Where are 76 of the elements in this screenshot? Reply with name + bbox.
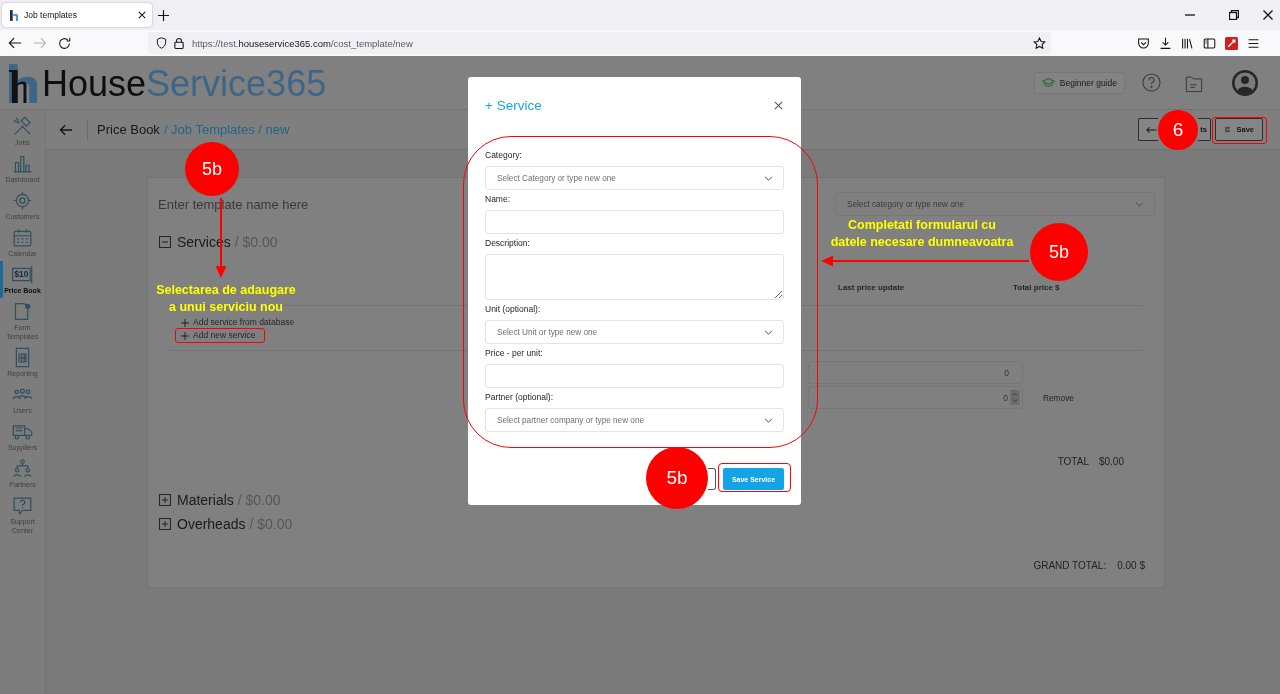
close-icon[interactable] — [1263, 10, 1273, 20]
chevron-down-icon — [764, 175, 773, 181]
textarea-field[interactable] — [485, 254, 784, 300]
tools-icon — [12, 116, 33, 137]
chevron-down-icon — [764, 417, 773, 423]
field-label: Name: — [485, 193, 512, 205]
number-field[interactable]: 0 — [808, 386, 1023, 409]
plus-icon — [181, 331, 189, 340]
plus-icon — [181, 318, 189, 327]
arrow-left-icon — [1146, 125, 1157, 134]
number-field[interactable]: 0 — [808, 361, 1023, 384]
secondary-button[interactable] — [708, 468, 716, 490]
remove-link[interactable]: Remove — [1043, 392, 1074, 403]
field-label: Partner (optional): — [485, 391, 555, 403]
close-icon[interactable] — [774, 100, 783, 110]
breadcrumb-root[interactable]: Price Book — [97, 122, 160, 137]
select-field[interactable]: Select Category or type new one — [485, 166, 784, 190]
column-header: Last price update — [838, 282, 906, 292]
sidebar-icon[interactable] — [1203, 36, 1216, 50]
close-icon[interactable] — [138, 11, 146, 19]
guide-button[interactable]: Beginner guide — [1033, 71, 1125, 94]
section-title[interactable]: Overheads — [177, 516, 246, 532]
restore-icon[interactable] — [1229, 10, 1239, 20]
help-icon — [12, 495, 33, 516]
back-arrow-icon[interactable] — [8, 36, 22, 50]
plus-box-icon[interactable] — [159, 518, 171, 530]
url-text[interactable]: https://test.houseservice365.com/cost_template/new — [192, 37, 413, 49]
reload-icon[interactable] — [58, 36, 71, 50]
browser-tab[interactable]: Job templates — [2, 3, 152, 27]
total-value: $0.00 — [1098, 455, 1124, 469]
network-icon — [12, 458, 33, 479]
price-sign-icon: $10 — [12, 264, 33, 285]
annotation-text: Selectarea de adaugare a unui serviciu nou — [155, 282, 297, 316]
total-label: TOTAL — [1057, 455, 1089, 469]
field-label: Unit (optional): — [485, 303, 542, 315]
download-icon[interactable] — [1159, 36, 1172, 50]
extension-icon[interactable] — [1225, 36, 1238, 50]
annotation-text: Completati formularul cu datele necesare dumneavoatra — [829, 217, 1015, 251]
minus-box-icon[interactable] — [159, 236, 171, 248]
plus-icon[interactable] — [158, 9, 169, 21]
shield-icon[interactable] — [156, 37, 167, 49]
column-header: Total price $ — [1013, 282, 1061, 292]
field-label: Price - per unit: — [485, 347, 544, 359]
field-label: Description: — [485, 237, 531, 249]
graduation-cap-icon — [1041, 78, 1055, 87]
add-link[interactable]: Add new service — [181, 329, 256, 342]
highlight-frame — [1212, 117, 1267, 144]
select-field[interactable]: Select partner company or type new one — [485, 408, 784, 432]
logo-mark-icon — [8, 64, 39, 103]
add-link[interactable]: Add service from database — [181, 316, 295, 329]
grand-total-value: 0.00 $ — [1117, 559, 1145, 573]
section-title[interactable]: Materials — [177, 492, 234, 508]
lock-icon[interactable] — [174, 37, 184, 49]
library-icon[interactable] — [1181, 36, 1194, 50]
target-icon — [12, 190, 33, 211]
star-icon[interactable] — [1033, 36, 1046, 50]
select-field[interactable]: Select Unit or type new one — [485, 320, 784, 344]
avatar-icon[interactable] — [1232, 69, 1258, 96]
logo-mark-icon — [10, 9, 19, 21]
pocket-icon[interactable] — [1137, 36, 1150, 50]
input-field[interactable] — [485, 364, 784, 388]
dialog-title: + Service — [485, 97, 542, 113]
calendar-icon — [12, 227, 33, 248]
field-label: Category: — [485, 149, 523, 161]
input-field[interactable] — [485, 210, 784, 234]
address-bar[interactable]: https://test.houseservice365.com/cost_template/new — [148, 32, 1051, 54]
bar-chart-icon — [12, 153, 33, 174]
back-arrow-button[interactable] — [1138, 118, 1158, 141]
menu-icon[interactable] — [1247, 36, 1260, 50]
app-logo: HouseService365 — [42, 63, 327, 104]
help-icon[interactable] — [1142, 73, 1161, 92]
document-icon — [12, 301, 33, 322]
plus-box-icon[interactable] — [159, 494, 171, 506]
chevron-down-icon — [764, 329, 773, 335]
chevron-down-icon — [1135, 201, 1144, 207]
grand-total-label: GRAND TOTAL: — [1033, 559, 1107, 573]
